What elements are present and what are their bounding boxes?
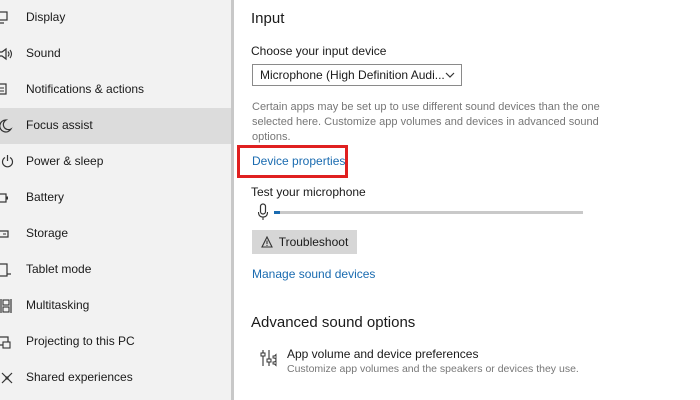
input-heading: Input bbox=[251, 10, 285, 27]
sidebar-item-multitasking[interactable]: Multitasking bbox=[0, 288, 231, 324]
sidebar-item-display[interactable]: Display bbox=[0, 0, 231, 36]
sidebar-item-label: Sound bbox=[26, 46, 61, 60]
sound-settings-content: Input Choose your input device Microphon… bbox=[234, 0, 700, 400]
moon-icon bbox=[0, 117, 18, 135]
sidebar-item-label: Multitasking bbox=[26, 298, 90, 312]
microphone-icon bbox=[257, 203, 269, 221]
display-icon bbox=[0, 9, 18, 27]
warning-icon bbox=[260, 236, 273, 248]
sidebar-item-label: Notifications & actions bbox=[26, 82, 145, 96]
app-volume-title[interactable]: App volume and device preferences bbox=[287, 347, 478, 361]
tablet-icon bbox=[0, 261, 18, 279]
manage-sound-devices-link[interactable]: Manage sound devices bbox=[252, 267, 375, 281]
troubleshoot-button[interactable]: Troubleshoot bbox=[252, 230, 357, 254]
selected-device-text: Microphone (High Definition Audi... bbox=[260, 68, 445, 82]
sidebar-item-battery[interactable]: Battery bbox=[0, 180, 231, 216]
sidebar-item-label: Storage bbox=[26, 226, 69, 240]
app-volume-description: Customize app volumes and the speakers o… bbox=[287, 363, 579, 375]
sidebar-item-power-sleep[interactable]: Power & sleep bbox=[0, 144, 231, 180]
mic-level-meter bbox=[274, 211, 583, 214]
sidebar-item-shared-experiences[interactable]: Shared experiences bbox=[0, 360, 231, 396]
projector-icon bbox=[0, 333, 18, 351]
notifications-icon bbox=[0, 81, 18, 99]
mixer-icon bbox=[259, 348, 279, 368]
test-microphone-label: Test your microphone bbox=[251, 185, 366, 199]
sidebar-item-projecting[interactable]: Projecting to this PC bbox=[0, 324, 231, 360]
sidebar-item-tablet-mode[interactable]: Tablet mode bbox=[0, 252, 231, 288]
sidebar-item-label: Battery bbox=[26, 190, 65, 204]
troubleshoot-label: Troubleshoot bbox=[278, 235, 349, 249]
sidebar-item-label: Power & sleep bbox=[26, 154, 104, 168]
sidebar-item-label: Display bbox=[26, 10, 66, 24]
multitasking-icon bbox=[0, 297, 18, 315]
advanced-sound-heading: Advanced sound options bbox=[251, 314, 416, 331]
sidebar-item-label: Shared experiences bbox=[26, 370, 133, 384]
battery-icon bbox=[0, 189, 18, 207]
shared-experiences-icon bbox=[0, 369, 18, 387]
sidebar-item-notifications[interactable]: Notifications & actions bbox=[0, 72, 231, 108]
sidebar-item-sound[interactable]: Sound bbox=[0, 36, 231, 72]
mic-level-fill bbox=[274, 211, 281, 214]
speaker-icon bbox=[0, 45, 18, 63]
sidebar-item-label: Tablet mode bbox=[26, 262, 92, 276]
chevron-down-icon bbox=[445, 70, 455, 80]
input-device-dropdown[interactable]: Microphone (High Definition Audi... bbox=[252, 64, 462, 86]
device-properties-link[interactable]: Device properties bbox=[252, 154, 345, 168]
storage-icon bbox=[0, 225, 18, 243]
sidebar-item-storage[interactable]: Storage bbox=[0, 216, 231, 252]
power-icon bbox=[0, 153, 18, 171]
input-help-text: Certain apps may be set up to use differ… bbox=[252, 101, 600, 143]
choose-input-label: Choose your input device bbox=[251, 44, 387, 58]
sidebar-item-focus-assist[interactable]: Focus assist bbox=[0, 108, 231, 144]
settings-sidebar: Display Sound Notifications & actions Fo… bbox=[0, 0, 231, 400]
sidebar-item-label: Projecting to this PC bbox=[26, 334, 135, 348]
sidebar-item-label: Focus assist bbox=[26, 118, 93, 132]
